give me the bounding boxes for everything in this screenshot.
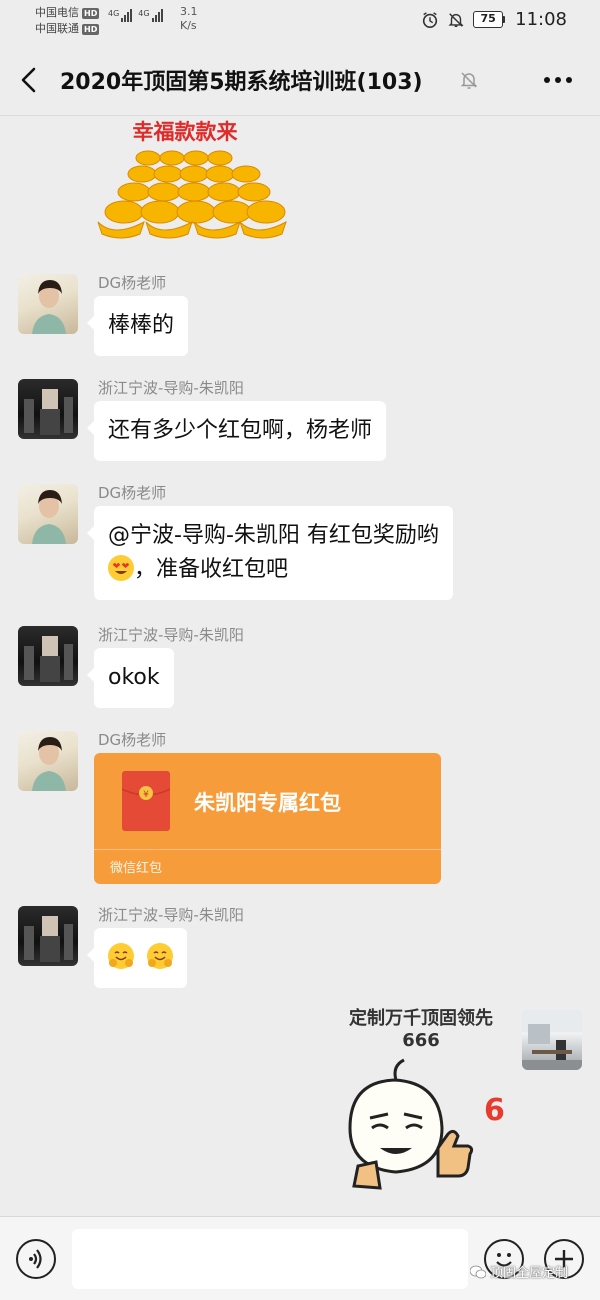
carrier-1: 中国电信 bbox=[35, 6, 79, 19]
avatar[interactable] bbox=[18, 731, 78, 791]
red-envelope-symbol: ¥ bbox=[143, 790, 149, 800]
voice-button[interactable] bbox=[16, 1239, 56, 1279]
self-avatar[interactable] bbox=[522, 1010, 582, 1070]
carrier-2: 中国联通 bbox=[35, 22, 79, 35]
more-dots-icon[interactable] bbox=[543, 76, 573, 84]
status-bar: 中国电信 HD 中国联通 HD 4G 4G 3.1 K/s 75 11:08 bbox=[0, 0, 600, 42]
speed-value: 3.1 bbox=[180, 5, 198, 18]
sender-name: DG杨老师 bbox=[98, 484, 167, 502]
message-bubble[interactable]: @宁波-导购-朱凯阳 有红包奖励哟 ，准备收红包吧 bbox=[87, 506, 453, 600]
message-text-line: ，准备收红包吧 bbox=[108, 553, 439, 587]
message-text: 棒棒的 bbox=[108, 313, 175, 338]
sender-name: 浙江宁波-导购-朱凯阳 bbox=[98, 906, 244, 924]
carrier-info: 中国电信 HD 中国联通 HD bbox=[35, 5, 100, 37]
avatar[interactable] bbox=[18, 274, 78, 334]
thumbs-up-666-sticker[interactable]: 定制万千顶固领先 666 6 bbox=[336, 1008, 506, 1198]
wechat-icon bbox=[470, 1265, 486, 1278]
chat-title: 2020年顶固第5期系统培训班(103) bbox=[60, 70, 423, 95]
red-packet-title: 朱凯阳专属红包 bbox=[194, 791, 341, 815]
red-packet-card[interactable]: ¥ 朱凯阳专属红包 微信红包 bbox=[94, 753, 441, 884]
battery-icon: 75 bbox=[473, 11, 506, 28]
watermark: 顶固全屋定制 bbox=[470, 1262, 568, 1281]
message-bubble[interactable] bbox=[87, 928, 187, 988]
sticker-badge: 6 bbox=[484, 1093, 505, 1128]
signal-icons: 4G 4G bbox=[108, 9, 163, 22]
gold-ingot-sticker[interactable]: 幸福款款来 bbox=[90, 116, 290, 242]
avatar[interactable] bbox=[18, 906, 78, 966]
chevron-left-icon[interactable] bbox=[18, 66, 40, 94]
watermark-text: 顶固全屋定制 bbox=[490, 1266, 569, 1281]
sender-name: 浙江宁波-导购-朱凯阳 bbox=[98, 379, 244, 397]
chat-header: 2020年顶固第5期系统培训班(103) bbox=[0, 42, 600, 116]
cartoon-thumbs-up-image: 6 bbox=[348, 1058, 505, 1190]
hugging-face-emoji-icon bbox=[108, 943, 134, 969]
sender-name: 浙江宁波-导购-朱凯阳 bbox=[98, 626, 244, 644]
network-type: 4G bbox=[138, 9, 150, 18]
alarm-icon bbox=[423, 11, 438, 28]
message-bubble[interactable]: 还有多少个红包啊，杨老师 bbox=[86, 401, 387, 461]
message-input[interactable] bbox=[72, 1229, 468, 1289]
heart-eyes-emoji-icon bbox=[108, 555, 134, 581]
hd-badge: HD bbox=[82, 7, 100, 19]
avatar[interactable] bbox=[18, 379, 78, 439]
red-envelope-icon: ¥ bbox=[122, 771, 170, 831]
message-text: okok bbox=[108, 665, 160, 690]
bell-off-icon bbox=[460, 72, 478, 89]
divider bbox=[94, 849, 441, 850]
input-bar bbox=[0, 1216, 600, 1300]
hugging-face-emoji-icon bbox=[147, 943, 173, 969]
hd-badge: HD bbox=[82, 23, 100, 35]
red-packet-label: 微信红包 bbox=[110, 861, 163, 876]
signal-icon: 4G bbox=[138, 9, 163, 22]
avatar[interactable] bbox=[18, 626, 78, 686]
gold-ingots-image bbox=[97, 150, 287, 239]
network-type: 4G bbox=[108, 9, 120, 18]
message-text: ，准备收红包吧 bbox=[134, 557, 289, 582]
message-text: @宁波-导购-朱凯阳 有红包奖励哟 bbox=[108, 523, 439, 548]
message-text: 还有多少个红包啊，杨老师 bbox=[108, 418, 373, 443]
sender-name: DG杨老师 bbox=[98, 731, 167, 749]
avatar[interactable] bbox=[18, 484, 78, 544]
mute-icon bbox=[448, 12, 464, 27]
signal-icon: 4G bbox=[108, 9, 133, 22]
message-bubble[interactable]: okok bbox=[87, 648, 174, 708]
speed-unit: K/s bbox=[180, 19, 197, 32]
network-speed: 3.1 K/s bbox=[180, 5, 198, 33]
message-bubble[interactable]: 棒棒的 bbox=[86, 296, 189, 356]
clock: 11:08 bbox=[515, 9, 567, 30]
sender-name: DG杨老师 bbox=[98, 274, 167, 292]
battery-level: 75 bbox=[473, 11, 504, 28]
voice-icon bbox=[29, 1249, 42, 1269]
